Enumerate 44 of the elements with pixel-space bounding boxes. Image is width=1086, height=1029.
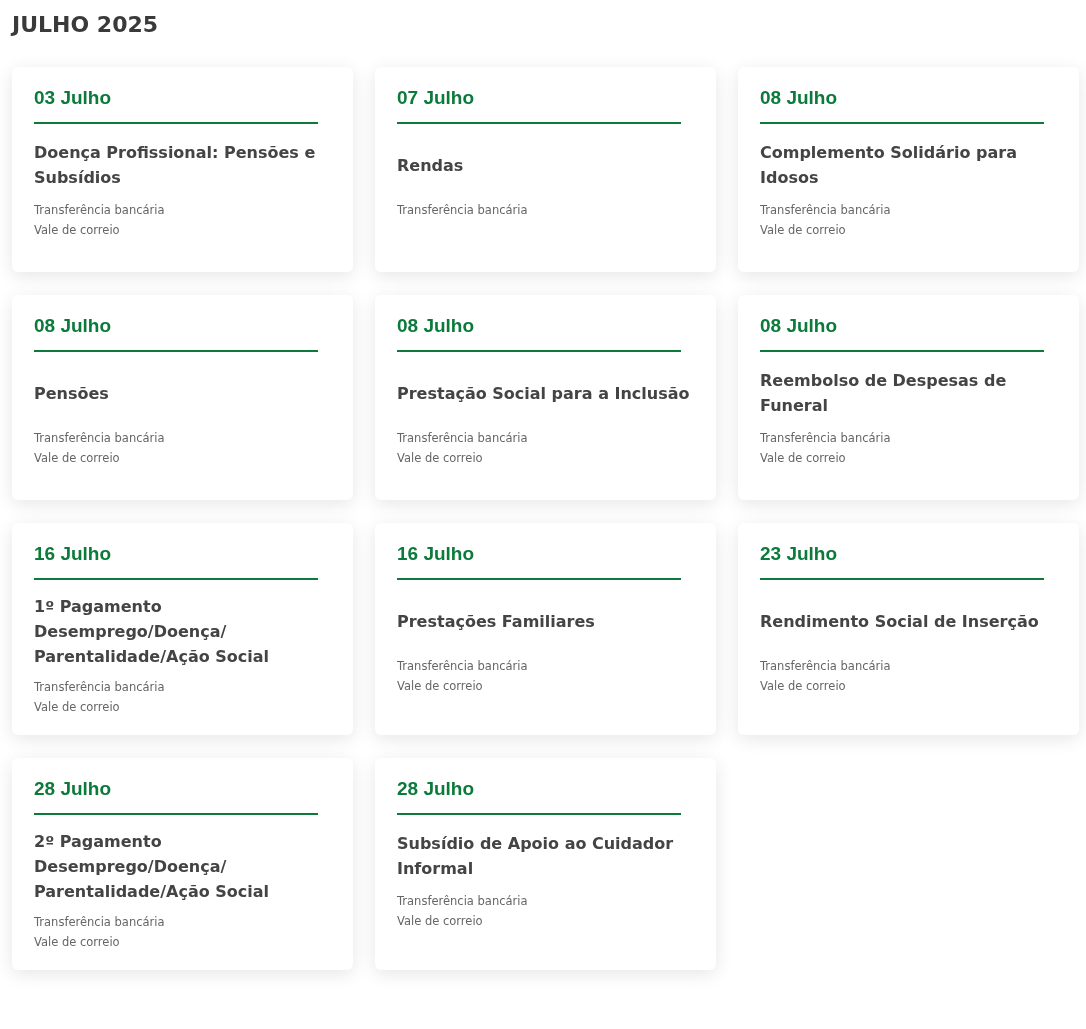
payment-method: Transferência bancária (397, 893, 529, 910)
payment-date: 28 Julho (34, 778, 113, 800)
benefit-title: Reembolso de Despesas de Funeral (760, 370, 1008, 417)
payment-method: Transferência bancária (397, 202, 529, 219)
payment-method: Transferência bancária (760, 202, 892, 219)
benefit-title: Prestação Social para a Inclusão (397, 382, 690, 405)
benefit-title: 1º Pagamento Desemprego/Doença/ Parentalidade/Ação Social (34, 596, 271, 668)
payment-method: Transferência bancária (760, 430, 892, 447)
payment-method: Vale de correio (397, 450, 484, 467)
payment-method: Vale de correio (34, 450, 121, 467)
payment-method: Vale de correio (34, 222, 121, 239)
payment-date: 16 Julho (34, 543, 113, 565)
benefit-title: Doença Profissional: Pensões e Subsídios (34, 142, 317, 189)
payment-method: Vale de correio (760, 450, 847, 467)
benefit-title: Pensões (34, 382, 109, 405)
payment-method: Vale de correio (34, 934, 121, 951)
payment-method: Transferência bancária (34, 914, 166, 931)
benefit-title: Rendimento Social de Inserção (760, 610, 1039, 633)
payment-method: Vale de correio (397, 913, 484, 930)
payment-method: Vale de correio (34, 699, 121, 716)
payment-date: 03 Julho (34, 87, 113, 109)
payment-date: 08 Julho (34, 315, 113, 337)
payment-method: Vale de correio (760, 222, 847, 239)
payment-date: 08 Julho (760, 315, 839, 337)
payment-date: 23 Julho (760, 543, 839, 565)
benefit-title: Rendas (397, 154, 464, 177)
payment-method: Vale de correio (397, 678, 484, 695)
benefit-title: 2º Pagamento Desemprego/Doença/ Parentalidade/Ação Social (34, 831, 271, 903)
payment-method: Transferência bancária (397, 658, 529, 675)
payment-date: 16 Julho (397, 543, 476, 565)
benefit-title: Prestações Familiares (397, 610, 595, 633)
page-heading: JULHO 2025 (12, 12, 160, 37)
payment-date: 08 Julho (397, 315, 476, 337)
payment-method: Transferência bancária (34, 679, 166, 696)
benefit-title: Complemento Solidário para Idosos (760, 142, 1018, 189)
payment-method: Transferência bancária (760, 658, 892, 675)
payment-method: Vale de correio (760, 678, 847, 695)
benefit-title: Subsídio de Apoio ao Cuidador Informal (397, 833, 675, 880)
payment-date: 08 Julho (760, 87, 839, 109)
payment-method: Transferência bancária (397, 430, 529, 447)
payment-method: Transferência bancária (34, 202, 166, 219)
payment-method: Transferência bancária (34, 430, 166, 447)
payment-date: 28 Julho (397, 778, 476, 800)
payment-date: 07 Julho (397, 87, 476, 109)
